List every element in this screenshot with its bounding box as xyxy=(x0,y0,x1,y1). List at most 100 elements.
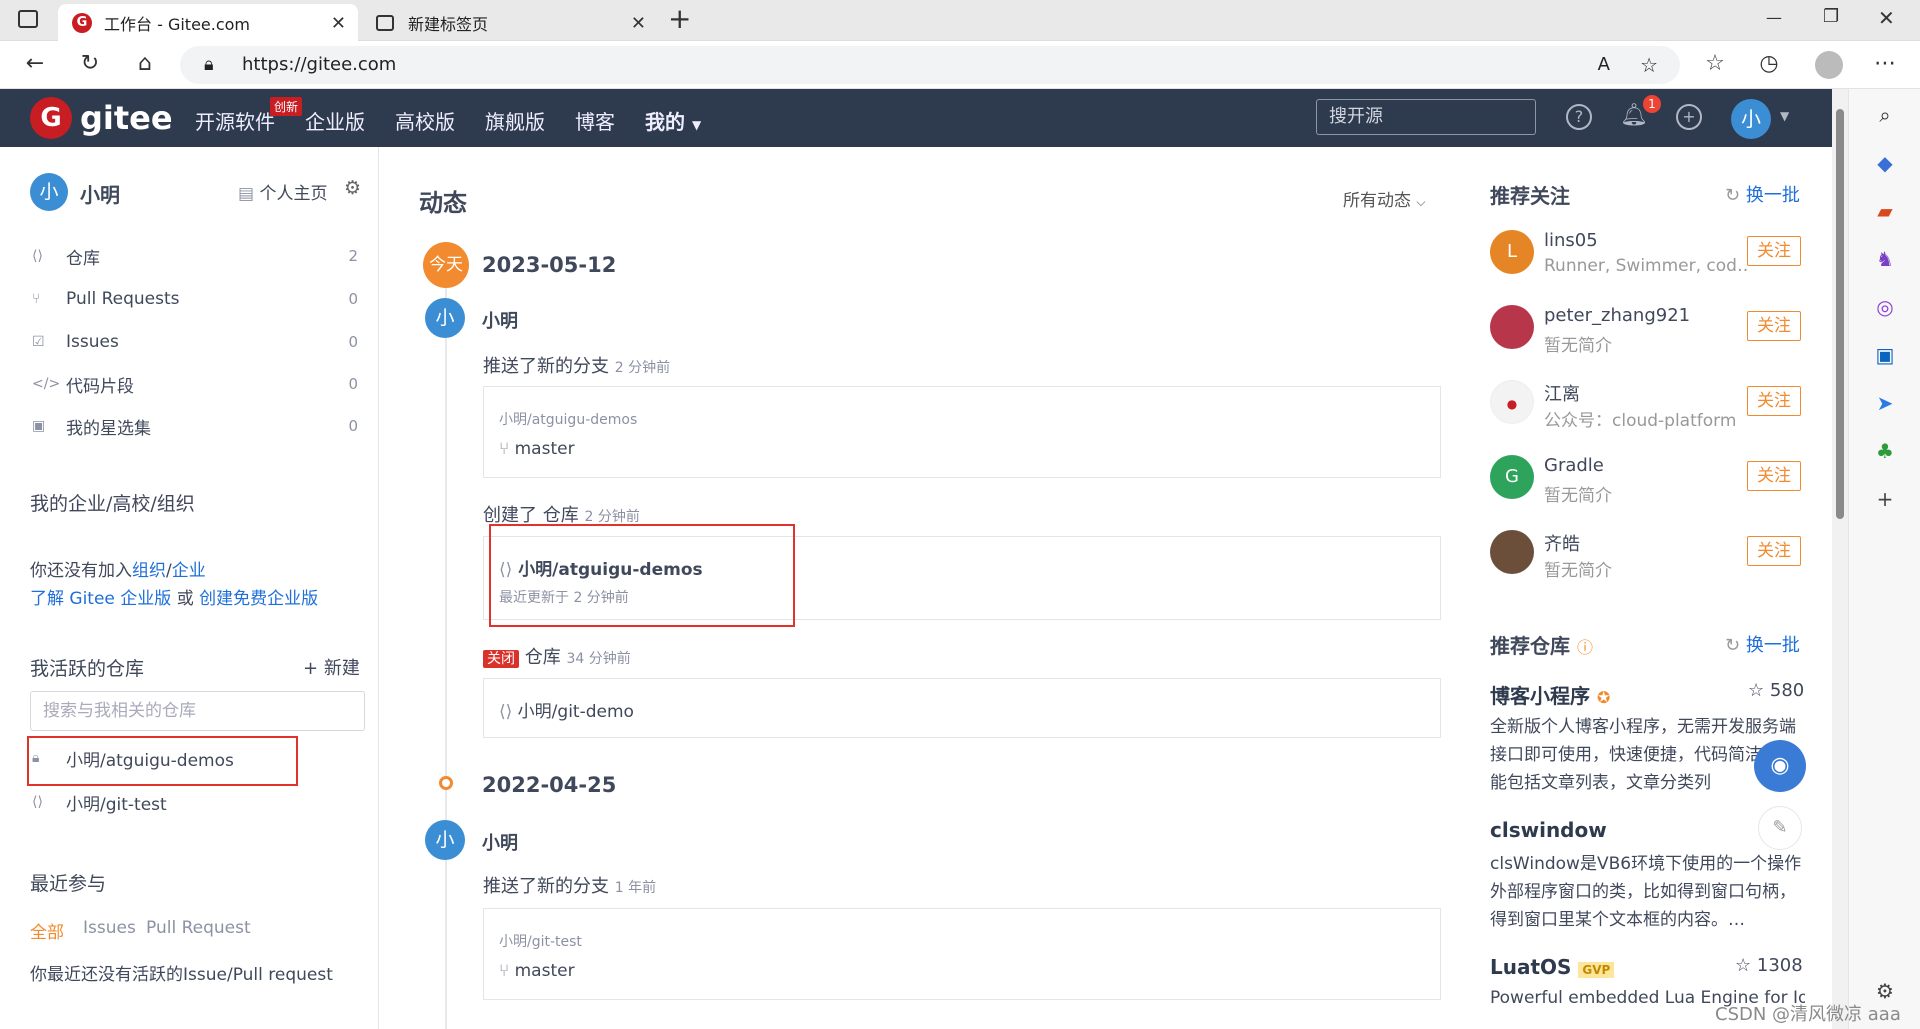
close-tab-icon[interactable]: ✕ xyxy=(631,13,646,34)
rec-name[interactable]: lins05 xyxy=(1544,230,1598,251)
nav-flagship[interactable]: 旗舰版 xyxy=(485,106,545,135)
menu-pull-requests[interactable]: ⑂ Pull Requests 0 xyxy=(32,284,358,314)
nav-enterprise[interactable]: 企业版 xyxy=(305,106,365,135)
scrollbar-thumb[interactable] xyxy=(1836,109,1844,519)
menu-issues[interactable]: ☑ Issues 0 xyxy=(32,327,358,357)
read-aloud-icon[interactable]: A xyxy=(1598,46,1610,84)
close-tab-icon[interactable]: ✕ xyxy=(331,13,346,34)
user-avatar[interactable]: 小 xyxy=(1731,99,1771,139)
learn-enterprise-link[interactable]: 了解 Gitee 企业版 xyxy=(30,589,171,609)
org-link[interactable]: 组织 xyxy=(132,561,166,581)
send-icon[interactable]: ➤ xyxy=(1873,391,1897,415)
recent-tab-pr[interactable]: Pull Request xyxy=(146,918,251,938)
rec-avatar[interactable] xyxy=(1490,305,1534,349)
toolbox-icon[interactable]: ▰ xyxy=(1873,199,1897,223)
repo-search-input[interactable]: 搜索与我相关的仓库 xyxy=(30,691,365,731)
nav-opensource[interactable]: 开源软件 xyxy=(195,106,275,135)
nav-mine[interactable]: 我的 ▼ xyxy=(645,106,701,135)
tree-icon[interactable]: ♣ xyxy=(1873,439,1897,463)
rec-avatar[interactable] xyxy=(1490,530,1534,574)
add-icon[interactable]: + xyxy=(1873,487,1897,511)
enterprise-link[interactable]: 企业 xyxy=(172,561,206,581)
rec-name[interactable]: 江离 xyxy=(1544,380,1580,406)
create-enterprise-link[interactable]: 创建免费企业版 xyxy=(199,589,318,609)
card-repo[interactable]: 小明/atguigu-demos xyxy=(499,409,637,429)
menu-star-collections[interactable]: ▣ 我的星选集 0 xyxy=(32,411,358,441)
nav-education[interactable]: 高校版 xyxy=(395,106,455,135)
outlook-icon[interactable]: ▣ xyxy=(1873,343,1897,367)
profile-avatar[interactable]: 小 xyxy=(30,173,68,211)
card-repo-link[interactable]: ⟨⟩ 小明/git-demo xyxy=(499,697,634,722)
maximize-button[interactable]: ❐ xyxy=(1823,6,1839,27)
gitee-logo[interactable]: G gitee xyxy=(30,97,173,139)
help-icon[interactable]: ? xyxy=(1566,104,1592,130)
tab-gitee[interactable]: G 工作台 - Gitee.com ✕ xyxy=(58,4,358,41)
feed-avatar[interactable]: 小 xyxy=(425,298,465,338)
rec-avatar[interactable]: ● xyxy=(1490,380,1534,424)
new-repo-button[interactable]: + 新建 xyxy=(303,654,360,680)
feedback-edit-icon[interactable]: ✎ xyxy=(1758,806,1802,850)
feed-user[interactable]: 小明 xyxy=(482,829,518,855)
rec-avatar[interactable]: G xyxy=(1490,455,1534,499)
nav-search-input[interactable]: 搜开源 xyxy=(1316,99,1536,135)
card-branch[interactable]: ⑂ master xyxy=(499,961,575,981)
refresh-repos-button[interactable]: ↻ 换一批 xyxy=(1725,631,1800,657)
card-branch[interactable]: ⑂ master xyxy=(499,439,575,459)
feed-filter[interactable]: 所有动态 ⌵ xyxy=(1343,186,1426,211)
refresh-users-button[interactable]: ↻ 换一批 xyxy=(1725,181,1800,207)
rec-repo-name[interactable]: 博客小程序 ✪ xyxy=(1490,680,1610,709)
rec-repo-name[interactable]: clswindow xyxy=(1490,818,1607,842)
tab-actions-icon[interactable] xyxy=(18,10,38,28)
help-icon[interactable]: ⓘ xyxy=(1577,638,1593,657)
address-bar[interactable]: 🔒︎ https://gitee.com A ☆ xyxy=(180,46,1680,84)
rec-user: G Gradle 暂无简介 关注 xyxy=(1490,455,1810,515)
menu-repos[interactable]: ⟨⟩ 仓库 2 xyxy=(32,241,358,271)
avatar-caret-icon[interactable]: ▼ xyxy=(1780,109,1789,123)
minimize-button[interactable]: — xyxy=(1766,8,1782,27)
favorite-add-icon[interactable]: ☆ xyxy=(1640,46,1658,84)
float-service-button[interactable]: ◉ xyxy=(1754,740,1806,792)
recent-empty-text: 你最近还没有活跃的Issue/Pull request xyxy=(30,965,333,985)
settings-icon[interactable]: ⚙ xyxy=(344,177,361,199)
nav-mine-label: 我的 xyxy=(645,110,685,134)
homepage-label: 个人主页 xyxy=(259,184,328,204)
rec-name[interactable]: 齐皓 xyxy=(1544,530,1580,556)
feed-avatar[interactable]: 小 xyxy=(425,820,465,860)
follow-button[interactable]: 关注 xyxy=(1747,461,1801,491)
rec-avatar[interactable]: L xyxy=(1490,230,1534,274)
profile-icon[interactable] xyxy=(1815,51,1843,79)
tab-new[interactable]: 新建标签页 ✕ xyxy=(362,4,658,41)
search-icon[interactable]: ⌕ xyxy=(1873,103,1897,127)
refresh-icon[interactable]: ↻ xyxy=(75,51,105,76)
rec-repo-name[interactable]: LuatOS GVP xyxy=(1490,955,1615,979)
favorites-icon[interactable]: ☆ xyxy=(1700,51,1730,76)
history-icon[interactable]: ◷ xyxy=(1754,51,1784,76)
follow-button[interactable]: 关注 xyxy=(1747,386,1801,416)
new-tab-button[interactable]: + xyxy=(668,2,691,35)
rec-name[interactable]: peter_zhang921 xyxy=(1544,305,1690,326)
recent-tab-issues[interactable]: Issues xyxy=(83,918,136,938)
tag-icon[interactable]: ◆ xyxy=(1873,151,1897,175)
nav-blog[interactable]: 博客 xyxy=(575,106,615,135)
follow-button[interactable]: 关注 xyxy=(1747,536,1801,566)
homepage-link[interactable]: ▤ 个人主页 xyxy=(238,179,327,204)
games-icon[interactable]: ♞ xyxy=(1873,247,1897,271)
follow-button[interactable]: 关注 xyxy=(1747,311,1801,341)
page-scrollbar[interactable] xyxy=(1832,89,1848,1029)
follow-button[interactable]: 关注 xyxy=(1747,236,1801,266)
back-icon[interactable]: ← xyxy=(20,51,50,76)
recent-tab-all[interactable]: 全部 xyxy=(30,918,64,943)
brand-name: gitee xyxy=(80,99,173,137)
active-repo-item[interactable]: ⟨⟩ 小明/git-test xyxy=(32,787,358,817)
home-icon[interactable]: ⌂ xyxy=(130,51,160,76)
add-icon[interactable]: + xyxy=(1676,104,1702,130)
rec-name[interactable]: Gradle xyxy=(1544,455,1604,476)
close-window-button[interactable]: ✕ xyxy=(1878,6,1895,30)
event-time: 34 分钟前 xyxy=(566,651,631,667)
office-icon[interactable]: ◎ xyxy=(1873,295,1897,319)
feed-user[interactable]: 小明 xyxy=(482,307,518,333)
menu-snippets[interactable]: </> 代码片段 0 xyxy=(32,369,358,399)
profile-name[interactable]: 小明 xyxy=(80,179,120,208)
card-repo[interactable]: 小明/git-test xyxy=(499,931,582,951)
more-icon[interactable]: ⋯ xyxy=(1870,51,1900,76)
